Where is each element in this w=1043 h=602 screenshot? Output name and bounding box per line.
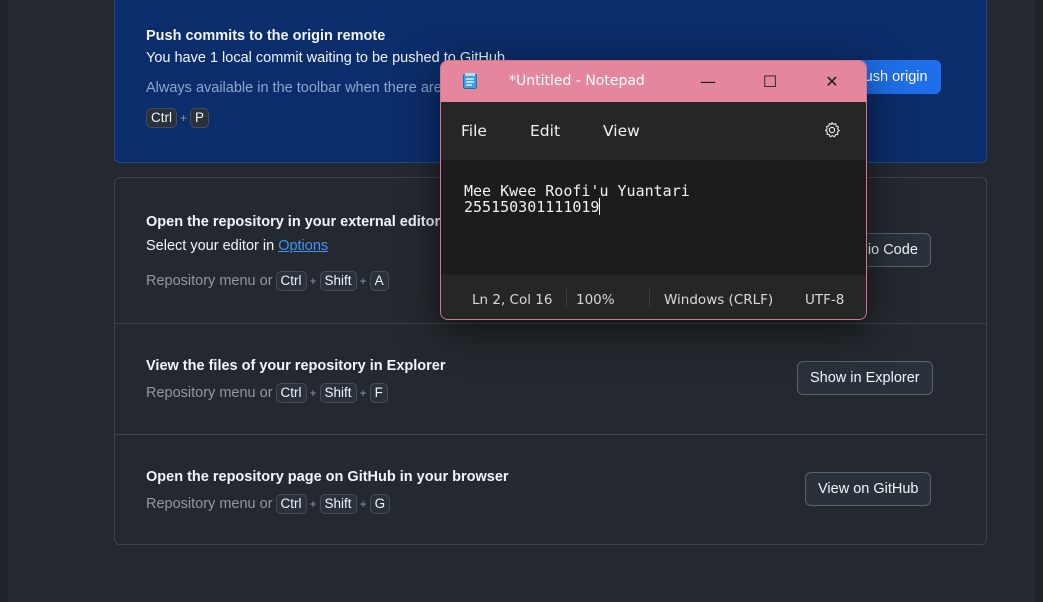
kbd-plus: + (309, 274, 317, 288)
right-edge (1035, 0, 1043, 602)
kbd-ctrl: Ctrl (275, 383, 307, 403)
notepad-statusbar: Ln 2, Col 16 100% Windows (CRLF) UTF-8 (441, 275, 866, 319)
kbd-g: G (369, 494, 391, 514)
notepad-title: *Untitled - Notepad (509, 73, 645, 89)
menu-edit[interactable]: Edit (530, 122, 560, 140)
row-hint-text: Repository menu or (146, 385, 273, 401)
notepad-menubar: File Edit View (441, 102, 866, 160)
text-line: 255150301111019 (464, 198, 601, 216)
view-on-github-button[interactable]: View on GitHub (805, 472, 932, 506)
text-line-content: 255150301111019 (464, 198, 600, 216)
gear-icon[interactable] (823, 121, 841, 139)
close-button[interactable]: ✕ (809, 61, 855, 102)
kbd-ctrl: Ctrl (275, 494, 307, 514)
row-view-github: Open the repository page on GitHub in yo… (115, 434, 986, 545)
menu-view[interactable]: View (603, 122, 640, 140)
options-link[interactable]: Options (278, 238, 328, 254)
row-desc-text: Select your editor in (146, 238, 279, 254)
kbd-ctrl: Ctrl (146, 108, 177, 128)
maximize-button[interactable]: ☐ (747, 61, 793, 102)
kbd-shift: Shift (319, 383, 357, 403)
cursor-position: Ln 2, Col 16 (472, 292, 553, 308)
push-shortcut: Ctrl + P (146, 108, 210, 128)
row-description: Select your editor in Options (146, 238, 328, 254)
zoom-level: 100% (576, 292, 615, 308)
status-divider (649, 289, 650, 307)
kbd-ctrl: Ctrl (275, 271, 307, 291)
left-edge (0, 0, 8, 602)
kbd-plus: + (359, 386, 367, 400)
push-title: Push commits to the origin remote (146, 28, 386, 44)
kbd-plus: + (309, 497, 317, 511)
line-ending: Windows (CRLF) (664, 292, 774, 308)
row-hint: Repository menu or Ctrl + Shift + F (146, 383, 388, 403)
row-hint-text: Repository menu or (146, 496, 273, 512)
show-in-explorer-button[interactable]: Show in Explorer (797, 361, 933, 395)
kbd-plus: + (180, 111, 188, 125)
kbd-plus: + (359, 274, 367, 288)
kbd-shift: Shift (319, 271, 357, 291)
row-title: View the files of your repository in Exp… (146, 358, 446, 374)
minimize-button[interactable]: — (685, 61, 731, 102)
kbd-p: P (190, 108, 210, 128)
row-hint-text: Repository menu or (146, 273, 273, 289)
menu-file[interactable]: File (461, 122, 487, 140)
row-hint: Repository menu or Ctrl + Shift + G (146, 494, 391, 514)
encoding: UTF-8 (805, 292, 845, 308)
notepad-window: *Untitled - Notepad — ☐ ✕ File Edit View… (440, 60, 867, 320)
notepad-titlebar[interactable]: *Untitled - Notepad — ☐ ✕ (441, 61, 866, 102)
row-show-explorer: View the files of your repository in Exp… (115, 323, 986, 434)
notepad-text-area[interactable]: Mee Kwee Roofi'u Yuantari 25515030111101… (441, 160, 866, 275)
row-hint: Repository menu or Ctrl + Shift + A (146, 271, 389, 291)
row-title: Open the repository page on GitHub in yo… (146, 469, 509, 485)
notepad-icon (463, 73, 477, 89)
kbd-plus: + (309, 386, 317, 400)
text-caret (599, 198, 601, 215)
kbd-shift: Shift (319, 494, 357, 514)
kbd-f: F (369, 383, 388, 403)
kbd-plus: + (359, 497, 367, 511)
status-divider (566, 289, 567, 307)
kbd-a: A (369, 271, 389, 291)
row-title: Open the repository in your external edi… (146, 214, 441, 230)
